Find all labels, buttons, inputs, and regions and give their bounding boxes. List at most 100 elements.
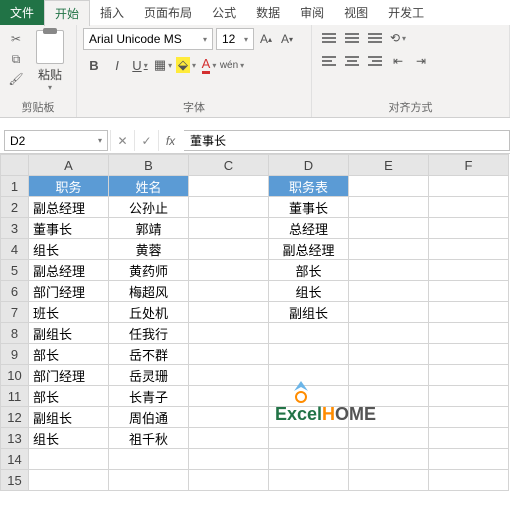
increase-font-button[interactable]: A▴: [257, 29, 275, 49]
cell-D15[interactable]: [269, 470, 349, 491]
tab-formulas[interactable]: 公式: [202, 0, 246, 25]
select-all[interactable]: [1, 155, 29, 176]
cell-E15[interactable]: [349, 470, 429, 491]
cell-F13[interactable]: [429, 428, 509, 449]
row-header-2[interactable]: 2: [1, 197, 29, 218]
row-header-5[interactable]: 5: [1, 260, 29, 281]
cell-F10[interactable]: [429, 365, 509, 386]
align-center-button[interactable]: [341, 51, 363, 71]
cell-A4[interactable]: 组长: [29, 239, 109, 260]
italic-button[interactable]: I: [106, 54, 128, 76]
cell-E3[interactable]: [349, 218, 429, 239]
border-button[interactable]: ▦: [152, 54, 174, 76]
cell-A2[interactable]: 副总经理: [29, 197, 109, 218]
row-header-8[interactable]: 8: [1, 323, 29, 344]
row-header-15[interactable]: 15: [1, 470, 29, 491]
cell-D8[interactable]: [269, 323, 349, 344]
cell-F2[interactable]: [429, 197, 509, 218]
cell-F1[interactable]: [429, 176, 509, 197]
cell-E2[interactable]: [349, 197, 429, 218]
cell-C8[interactable]: [189, 323, 269, 344]
cell-F3[interactable]: [429, 218, 509, 239]
align-top-button[interactable]: [318, 28, 340, 48]
cell-A5[interactable]: 副总经理: [29, 260, 109, 281]
cell-E1[interactable]: [349, 176, 429, 197]
col-header-F[interactable]: F: [429, 155, 509, 176]
cell-C6[interactable]: [189, 281, 269, 302]
cell-B7[interactable]: 丘处机: [109, 302, 189, 323]
cell-D14[interactable]: [269, 449, 349, 470]
col-header-C[interactable]: C: [189, 155, 269, 176]
cell-A7[interactable]: 班长: [29, 302, 109, 323]
cell-C4[interactable]: [189, 239, 269, 260]
fx-button[interactable]: fx: [158, 130, 182, 151]
col-header-B[interactable]: B: [109, 155, 189, 176]
cell-B1[interactable]: 姓名: [109, 176, 189, 197]
cell-C11[interactable]: [189, 386, 269, 407]
align-bottom-button[interactable]: [364, 28, 386, 48]
cell-E9[interactable]: [349, 344, 429, 365]
cell-B15[interactable]: [109, 470, 189, 491]
orientation-button[interactable]: ⟲: [387, 28, 409, 48]
cell-C15[interactable]: [189, 470, 269, 491]
tab-home[interactable]: 开始: [44, 0, 90, 26]
cell-A1[interactable]: 职务: [29, 176, 109, 197]
col-header-D[interactable]: D: [269, 155, 349, 176]
cell-B13[interactable]: 祖千秋: [109, 428, 189, 449]
row-header-9[interactable]: 9: [1, 344, 29, 365]
cell-E14[interactable]: [349, 449, 429, 470]
cancel-button[interactable]: ✕: [110, 130, 134, 151]
font-size-select[interactable]: 12▾: [216, 28, 254, 50]
bold-button[interactable]: B: [83, 54, 105, 76]
fill-color-button[interactable]: ⬙: [175, 54, 197, 76]
cell-A8[interactable]: 副组长: [29, 323, 109, 344]
tab-review[interactable]: 审阅: [290, 0, 334, 25]
col-header-A[interactable]: A: [29, 155, 109, 176]
row-header-13[interactable]: 13: [1, 428, 29, 449]
cell-D7[interactable]: 副组长: [269, 302, 349, 323]
row-header-10[interactable]: 10: [1, 365, 29, 386]
cell-F12[interactable]: [429, 407, 509, 428]
row-header-14[interactable]: 14: [1, 449, 29, 470]
cut-button[interactable]: ✂: [6, 30, 26, 48]
cell-F11[interactable]: [429, 386, 509, 407]
cell-C13[interactable]: [189, 428, 269, 449]
align-middle-button[interactable]: [341, 28, 363, 48]
cell-E10[interactable]: [349, 365, 429, 386]
cell-A6[interactable]: 部门经理: [29, 281, 109, 302]
cell-B3[interactable]: 郭靖: [109, 218, 189, 239]
cell-F5[interactable]: [429, 260, 509, 281]
cell-A9[interactable]: 部长: [29, 344, 109, 365]
tab-insert[interactable]: 插入: [90, 0, 134, 25]
cell-C12[interactable]: [189, 407, 269, 428]
cell-A14[interactable]: [29, 449, 109, 470]
tab-view[interactable]: 视图: [334, 0, 378, 25]
row-header-11[interactable]: 11: [1, 386, 29, 407]
cell-E6[interactable]: [349, 281, 429, 302]
cell-E13[interactable]: [349, 428, 429, 449]
row-header-4[interactable]: 4: [1, 239, 29, 260]
align-right-button[interactable]: [364, 51, 386, 71]
cell-F7[interactable]: [429, 302, 509, 323]
tab-layout[interactable]: 页面布局: [134, 0, 202, 25]
cell-C10[interactable]: [189, 365, 269, 386]
cell-A15[interactable]: [29, 470, 109, 491]
enter-button[interactable]: ✓: [134, 130, 158, 151]
formula-input[interactable]: 董事长: [184, 130, 510, 151]
cell-D13[interactable]: [269, 428, 349, 449]
cell-B5[interactable]: 黄药师: [109, 260, 189, 281]
row-header-6[interactable]: 6: [1, 281, 29, 302]
cell-D9[interactable]: [269, 344, 349, 365]
format-painter-button[interactable]: 🖌: [6, 70, 26, 88]
tab-data[interactable]: 数据: [246, 0, 290, 25]
cell-C3[interactable]: [189, 218, 269, 239]
font-color-button[interactable]: A: [198, 54, 220, 76]
cell-D6[interactable]: 组长: [269, 281, 349, 302]
cell-C1[interactable]: [189, 176, 269, 197]
cell-C2[interactable]: [189, 197, 269, 218]
cell-E8[interactable]: [349, 323, 429, 344]
cell-C14[interactable]: [189, 449, 269, 470]
cell-B6[interactable]: 梅超风: [109, 281, 189, 302]
row-header-12[interactable]: 12: [1, 407, 29, 428]
cell-F14[interactable]: [429, 449, 509, 470]
